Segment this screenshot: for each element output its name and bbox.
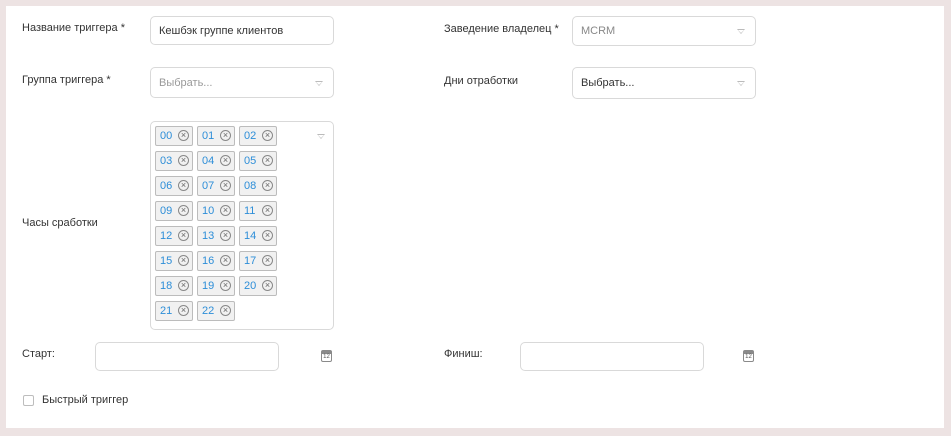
close-circle-icon[interactable]: × [178,255,189,266]
close-circle-icon[interactable]: × [220,230,231,241]
hour-tag-label: 01 [202,130,215,142]
hour-tag: 01 × [197,126,235,146]
close-circle-icon[interactable]: × [262,205,273,216]
hour-tag: 17 × [239,251,277,271]
trigger-group-select[interactable]: Выбрать... [150,67,334,98]
close-circle-icon[interactable]: × [262,155,273,166]
close-circle-icon[interactable]: × [220,205,231,216]
hour-tag-label: 14 [244,230,257,242]
owner-label: Заведение владелец * [444,23,559,35]
trigger-name-input[interactable]: Кешбэк группе клиентов [150,16,334,45]
hour-tag: 10 × [197,201,235,221]
fast-trigger-checkbox[interactable] [23,395,34,406]
close-circle-icon[interactable]: × [178,230,189,241]
work-days-label: Дни отработки [444,75,519,87]
close-circle-icon[interactable]: × [220,130,231,141]
work-days-select[interactable]: Выбрать... [572,67,756,99]
close-circle-icon[interactable]: × [220,180,231,191]
hour-tag-label: 08 [244,180,257,192]
hour-tag-label: 12 [160,230,173,242]
hour-tag: 06 × [155,176,193,196]
close-circle-icon[interactable]: × [262,255,273,266]
trigger-form-panel: Название триггера * Кешбэк группе клиент… [6,6,944,428]
hour-tag: 15 × [155,251,193,271]
hour-tag-label: 20 [244,280,257,292]
close-circle-icon[interactable]: × [220,280,231,291]
hour-tag: 19 × [197,276,235,296]
close-circle-icon[interactable]: × [178,180,189,191]
chevron-down-icon[interactable] [317,134,325,139]
hour-tag-label: 19 [202,280,215,292]
hour-tag: 12 × [155,226,193,246]
trigger-group-placeholder: Выбрать... [159,76,213,89]
start-calendar-icon[interactable]: 12 [321,350,332,362]
hour-tag-label: 11 [244,205,256,217]
hour-tag: 16 × [197,251,235,271]
hour-tag-label: 17 [244,255,257,267]
hour-tag: 22 × [197,301,235,321]
hour-tag-label: 10 [202,205,215,217]
hour-tag: 02 × [239,126,277,146]
hour-tag-label: 03 [160,155,173,167]
hour-tag: 21 × [155,301,193,321]
close-circle-icon[interactable]: × [178,280,189,291]
chevron-down-icon [737,81,745,86]
hour-tag: 05 × [239,151,277,171]
hour-tag-label: 09 [160,205,173,217]
hour-tag-label: 04 [202,155,215,167]
close-circle-icon[interactable]: × [262,280,273,291]
hour-tag-label: 13 [202,230,215,242]
owner-value: MCRM [581,25,616,37]
hour-tag: 18 × [155,276,193,296]
work-hours-multiselect[interactable]: 00 × 01 × 02 × 03 × 04 × 05 × 06 × 07 × 08 × 09 × 10 × 11 × 12 × 1… [150,121,334,330]
hour-tag: 20 × [239,276,277,296]
hour-tag-label: 16 [202,255,215,267]
hour-tag-label: 18 [160,280,173,292]
hour-tag: 07 × [197,176,235,196]
hour-tag-label: 22 [202,305,215,317]
start-date-input[interactable] [95,342,279,371]
work-days-placeholder: Выбрать... [581,77,635,89]
finish-date-input[interactable] [520,342,704,371]
finish-calendar-icon[interactable]: 12 [743,350,754,362]
close-circle-icon[interactable]: × [220,155,231,166]
hour-tag: 09 × [155,201,193,221]
owner-select[interactable]: MCRM [572,16,756,46]
close-circle-icon[interactable]: × [220,305,231,316]
fast-trigger-label[interactable]: Быстрый триггер [42,394,128,406]
hour-tag: 03 × [155,151,193,171]
close-circle-icon[interactable]: × [262,230,273,241]
close-circle-icon[interactable]: × [178,130,189,141]
close-circle-icon[interactable]: × [178,305,189,316]
hour-tag-label: 07 [202,180,215,192]
hour-tag: 11 × [239,201,277,221]
close-circle-icon[interactable]: × [220,255,231,266]
hour-tag-label: 05 [244,155,257,167]
close-circle-icon[interactable]: × [178,155,189,166]
close-circle-icon[interactable]: × [262,180,273,191]
hour-tag-label: 00 [160,130,173,142]
trigger-group-label: Группа триггера * [22,74,111,86]
hour-tag: 14 × [239,226,277,246]
finish-label: Финиш: [444,348,483,360]
calendar-day-text: 12 [323,354,330,360]
start-label: Старт: [22,348,55,360]
hour-tag-label: 15 [160,255,173,267]
hour-tag: 04 × [197,151,235,171]
chevron-down-icon [737,29,745,34]
trigger-name-value: Кешбэк группе клиентов [159,24,284,37]
calendar-day-text: 12 [745,354,752,360]
close-circle-icon[interactable]: × [262,130,273,141]
hour-tag: 08 × [239,176,277,196]
hour-tag: 13 × [197,226,235,246]
work-hours-label: Часы сработки [22,217,98,229]
hour-tag-label: 06 [160,180,173,192]
close-circle-icon[interactable]: × [178,205,189,216]
hour-tag-label: 02 [244,130,257,142]
hour-tag: 00 × [155,126,193,146]
trigger-name-label: Название триггера * [22,22,125,34]
hour-tag-label: 21 [160,305,173,317]
chevron-down-icon [315,80,323,86]
